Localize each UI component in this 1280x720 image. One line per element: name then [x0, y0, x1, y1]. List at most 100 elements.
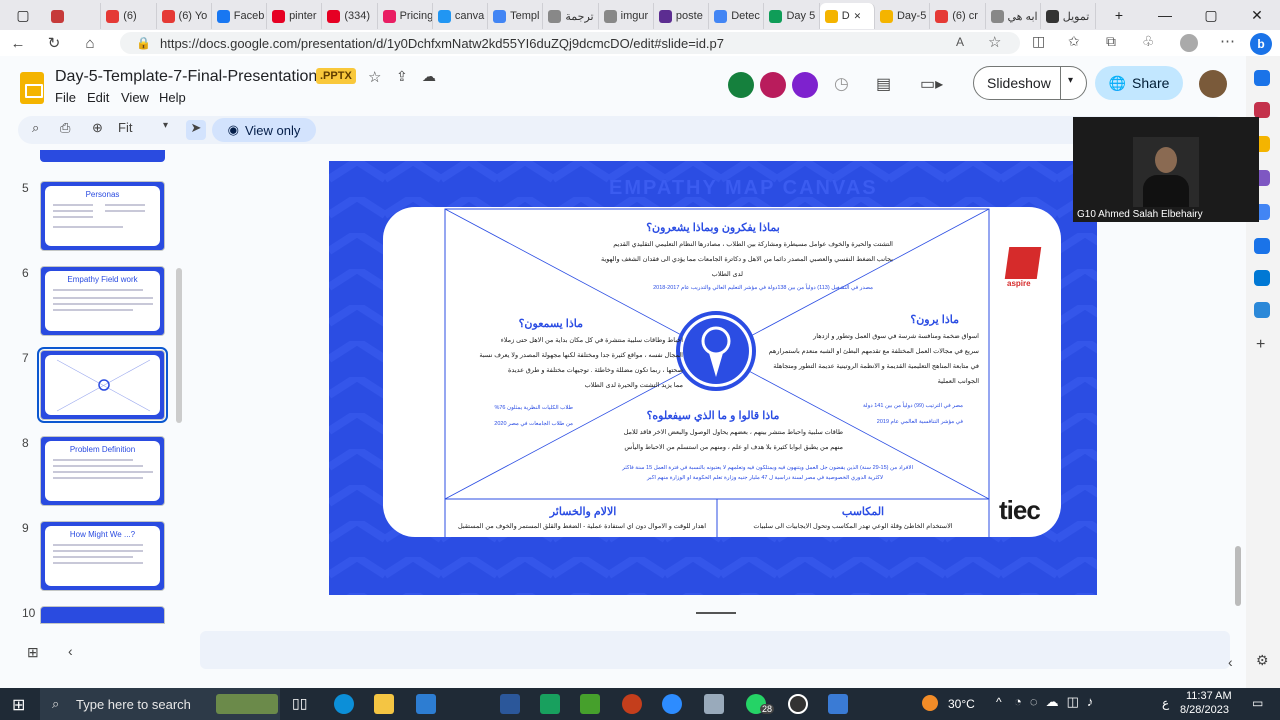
notes-resize-handle[interactable] [696, 612, 736, 614]
tab-actions-icon[interactable]: ▢ [0, 0, 46, 30]
more-menu-icon[interactable]: ⋯ [1220, 32, 1235, 50]
favorite-star-icon[interactable]: ☆ [988, 33, 1001, 51]
account-avatar[interactable] [1199, 70, 1227, 98]
code-taskbar-icon[interactable] [540, 694, 560, 714]
zoom-icon[interactable]: ⊕ [92, 120, 103, 136]
filmstrip-scrollbar[interactable] [176, 268, 182, 423]
slideshow-button[interactable]: Slideshow ▾ [973, 66, 1087, 100]
menu-file[interactable]: File [55, 90, 76, 105]
browser-tab[interactable]: Day 5 [764, 3, 820, 29]
slide-thumbnail-4-partial[interactable] [40, 150, 165, 162]
sidebar-item-6[interactable] [1254, 238, 1270, 254]
browser-tab[interactable]: (6) cr [930, 3, 986, 29]
browser-tab[interactable]: ترجمة [543, 3, 599, 29]
collaborator-avatar-2[interactable] [760, 72, 786, 98]
share-button[interactable]: 🌐 Share [1095, 66, 1183, 100]
grid-view-icon[interactable]: ⊞ [27, 644, 39, 661]
weather-icon[interactable] [922, 695, 938, 711]
word-taskbar-icon[interactable] [500, 694, 520, 714]
sidebar-item-7[interactable] [1254, 270, 1270, 286]
zoom-select[interactable]: Fit [118, 120, 132, 135]
add-sidebar-icon[interactable]: + [1256, 336, 1265, 354]
notifications-icon[interactable]: ▭ [1252, 696, 1263, 710]
video-call-overlay[interactable]: G10 Ahmed Salah Elbehairy [1073, 117, 1259, 222]
browser-tab[interactable]: Templ [488, 3, 544, 29]
search-highlight-image[interactable] [216, 694, 278, 714]
task-view-icon[interactable]: ▯▯ [292, 695, 307, 712]
extensions-icon[interactable]: ♧ [1142, 33, 1155, 50]
minimize-button[interactable]: — [1142, 0, 1188, 30]
powerpoint-taskbar-icon[interactable] [622, 694, 642, 714]
slide-thumbnail-8[interactable]: Problem Definition [40, 436, 165, 506]
browser-tab[interactable]: pinter [267, 3, 323, 29]
browser-tab[interactable]: ابه هي [986, 3, 1041, 29]
sidebar-item-1[interactable] [1254, 70, 1270, 86]
document-title[interactable]: Day-5-Template-7-Final-Presentation [55, 68, 317, 86]
explorer-taskbar-icon[interactable] [374, 694, 394, 714]
back-button[interactable]: ← [0, 30, 36, 56]
comments-icon[interactable]: ▤ [876, 74, 891, 94]
browser-tab[interactable]: Pricing [378, 3, 433, 29]
sidebar-item-8[interactable] [1254, 302, 1270, 318]
profile-avatar[interactable] [1180, 34, 1198, 52]
browser-tab[interactable]: poste [654, 3, 710, 29]
refresh-button[interactable]: ↻ [36, 30, 72, 56]
menu-edit[interactable]: Edit [87, 90, 109, 105]
browser-tab[interactable]: (334) [322, 3, 378, 29]
slide-thumbnail-10-partial[interactable] [40, 606, 165, 624]
read-aloud-icon[interactable]: A [956, 35, 964, 49]
slide-thumbnail-6[interactable]: Empathy Field work [40, 266, 165, 336]
browser-tab[interactable]: (6) Yo [157, 3, 212, 29]
star-icon[interactable]: ☆ [368, 68, 381, 86]
edge-taskbar-icon[interactable] [334, 694, 354, 714]
photos-taskbar-icon[interactable] [828, 694, 848, 714]
close-window-button[interactable]: ✕ [1234, 0, 1280, 30]
collections-icon[interactable]: ⧉ [1106, 33, 1116, 50]
slide-thumbnail-7-selected[interactable] [37, 347, 168, 423]
browser-tab[interactable]: Day-5 [875, 3, 931, 29]
browser-tab[interactable]: canva [433, 3, 489, 29]
collapse-panel-icon[interactable]: ‹ [68, 643, 73, 659]
chevron-down-icon[interactable]: ▾ [1068, 75, 1073, 86]
app-taskbar-icon[interactable] [580, 694, 600, 714]
media-taskbar-icon[interactable] [788, 694, 808, 714]
collaborator-avatar-3[interactable] [792, 72, 818, 98]
history-icon[interactable]: ◷ [834, 74, 849, 94]
browser-tab[interactable]: تمويل [1041, 3, 1096, 29]
browser-tab[interactable]: imgur [599, 3, 654, 29]
collaborator-avatar-1[interactable] [728, 72, 754, 98]
cloud-status-icon[interactable]: ☁ [422, 68, 436, 85]
tray-icons[interactable]: ◔◌☁◫♪ [1014, 694, 1101, 710]
windows-start-icon[interactable]: ⊞ [12, 695, 25, 715]
tray-chevron-icon[interactable]: ^ [996, 695, 1002, 709]
browser-tab[interactable]: (6) [101, 3, 157, 29]
clock-time[interactable]: 11:37 AM [1186, 690, 1232, 702]
zoom-taskbar-icon[interactable] [662, 694, 682, 714]
menu-view[interactable]: View [121, 90, 149, 105]
view-only-chip[interactable]: ◉ View only [212, 118, 316, 142]
search-icon[interactable]: ⌕ [32, 120, 39, 136]
favorites-icon[interactable]: ✩ [1068, 33, 1080, 50]
url-bar[interactable]: 🔒 https://docs.google.com/presentation/d… [120, 32, 1020, 54]
print-icon[interactable]: ⎙ [60, 120, 70, 136]
app2-taskbar-icon[interactable] [704, 694, 724, 714]
browser-tab[interactable]: D ✕ [819, 3, 875, 29]
settings-gear-icon[interactable]: ⚙ [1256, 652, 1269, 669]
meet-camera-icon[interactable]: ▭▸ [920, 74, 943, 94]
select-cursor-icon[interactable]: ➤ [186, 120, 206, 140]
slide-thumbnail-5[interactable]: Personas [40, 181, 165, 251]
store-taskbar-icon[interactable] [416, 694, 436, 714]
move-icon[interactable]: ⇪ [396, 68, 408, 85]
input-language[interactable]: ع [1162, 696, 1169, 710]
browser-tab[interactable] [46, 3, 102, 29]
split-screen-icon[interactable]: ◫ [1032, 33, 1045, 50]
maximize-button[interactable]: ▢ [1188, 0, 1234, 30]
slides-logo-icon[interactable] [20, 72, 44, 104]
weather-temp[interactable]: 30°C [948, 697, 975, 711]
menu-help[interactable]: Help [159, 90, 186, 105]
speaker-notes-area[interactable] [200, 631, 1230, 669]
slide-thumbnail-9[interactable]: How Might We ...? [40, 521, 165, 591]
zoom-chevron-icon[interactable]: ▾ [163, 120, 168, 131]
close-tab-icon[interactable]: ✕ [854, 11, 862, 22]
home-icon[interactable]: ⌂ [72, 30, 108, 56]
